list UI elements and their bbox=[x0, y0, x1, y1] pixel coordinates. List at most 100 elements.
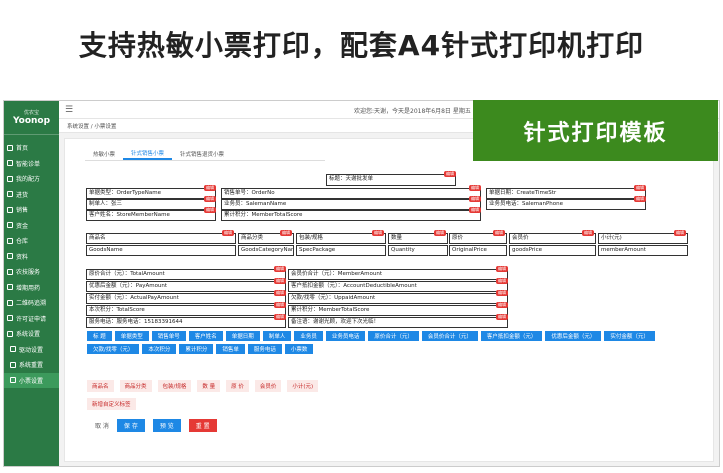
edit-badge[interactable]: 编辑 bbox=[469, 196, 481, 202]
edit-badge[interactable]: 编辑 bbox=[444, 171, 456, 177]
field-button[interactable]: 销售单 bbox=[216, 344, 245, 354]
field-button[interactable]: 实付金额（元） bbox=[604, 331, 655, 341]
column-chip[interactable]: 包装/规格 bbox=[157, 380, 192, 392]
edit-badge[interactable]: 编辑 bbox=[634, 185, 646, 191]
template-cell[interactable]: 实付金额（元）：ActualPayAmount bbox=[86, 293, 286, 304]
tab[interactable]: 热敏小票 bbox=[85, 147, 123, 160]
menu-toggle-icon[interactable]: ☰ bbox=[65, 105, 73, 115]
field-button[interactable]: 制单人 bbox=[262, 331, 292, 341]
field-button[interactable]: 原价合计（元） bbox=[368, 331, 419, 341]
template-cell[interactable]: 优惠后金额（元）：PayAmount bbox=[86, 281, 286, 292]
field-button[interactable]: 客户抵扣金额（元） bbox=[480, 331, 543, 341]
save-button[interactable]: 保 存 bbox=[116, 419, 145, 432]
field-button[interactable]: 服务电话 bbox=[247, 344, 282, 354]
cancel-button[interactable]: 取 消 bbox=[95, 421, 109, 430]
column-field[interactable]: Quantity bbox=[388, 245, 448, 256]
add-custom-label-button[interactable]: 新增自定义标签 bbox=[87, 398, 136, 410]
sidebar-item[interactable]: 许可证申请 bbox=[4, 311, 59, 327]
edit-badge[interactable]: 编辑 bbox=[222, 230, 234, 236]
field-button[interactable]: 会员价合计（元） bbox=[421, 331, 478, 341]
sidebar-item[interactable]: 资金 bbox=[4, 218, 59, 234]
edit-badge[interactable]: 编辑 bbox=[496, 290, 508, 296]
edit-badge[interactable]: 编辑 bbox=[496, 266, 508, 272]
edit-badge[interactable]: 编辑 bbox=[274, 278, 286, 284]
edit-badge[interactable]: 编辑 bbox=[274, 302, 286, 308]
edit-badge[interactable]: 编辑 bbox=[469, 207, 481, 213]
sidebar-item[interactable]: 首页 bbox=[4, 140, 59, 156]
column-field[interactable]: OriginalPrice bbox=[449, 245, 507, 256]
column-chip[interactable]: 数 量 bbox=[197, 380, 221, 392]
column-field[interactable]: SpecPackage bbox=[296, 245, 386, 256]
edit-badge[interactable]: 编辑 bbox=[274, 314, 286, 320]
template-cell[interactable]: 原价合计（元）：TotalAmount bbox=[86, 269, 286, 280]
template-cell[interactable]: 客户姓名：StoreMemberName bbox=[86, 210, 216, 221]
template-cell[interactable]: 单据类型：OrderTypeName bbox=[86, 188, 216, 199]
column-chip[interactable]: 小计(元) bbox=[287, 380, 319, 392]
template-cell[interactable]: 累计积分：MemberTotalScore bbox=[288, 305, 508, 316]
template-cell[interactable]: 本次积分：TotalScore bbox=[86, 305, 286, 316]
edit-badge[interactable]: 编辑 bbox=[469, 185, 481, 191]
edit-badge[interactable]: 编辑 bbox=[372, 230, 384, 236]
template-cell[interactable]: 服务电话：服务电话：15183391644 bbox=[86, 317, 286, 328]
preview-button[interactable]: 预 览 bbox=[152, 419, 181, 432]
column-chip[interactable]: 原 价 bbox=[226, 380, 249, 392]
sidebar-item[interactable]: 系统重置 bbox=[4, 357, 59, 373]
sidebar-item[interactable]: 智能诊单 bbox=[4, 156, 59, 172]
field-button[interactable]: 客户姓名 bbox=[188, 331, 223, 341]
edit-badge[interactable]: 编辑 bbox=[582, 230, 594, 236]
template-title[interactable]: 标题：天谢批发单 bbox=[326, 174, 456, 186]
column-chip[interactable]: 商品分类 bbox=[119, 380, 152, 392]
template-cell[interactable]: 单据日期：CreateTimeStr bbox=[486, 188, 646, 199]
sidebar-item[interactable]: 农技服务 bbox=[4, 264, 59, 280]
edit-badge[interactable]: 编辑 bbox=[496, 278, 508, 284]
edit-badge[interactable]: 编辑 bbox=[204, 185, 216, 191]
sidebar-item[interactable]: 增期用药 bbox=[4, 280, 59, 296]
sidebar-item[interactable]: 我的配方 bbox=[4, 171, 59, 187]
field-button[interactable]: 业务员 bbox=[294, 331, 323, 341]
edit-badge[interactable]: 编辑 bbox=[493, 230, 505, 236]
template-cell[interactable]: 会员价合计（元）：MemberAmount bbox=[288, 269, 508, 280]
field-button[interactable]: 单据类型 bbox=[114, 331, 149, 341]
column-header[interactable]: 商品名 bbox=[86, 233, 236, 244]
edit-badge[interactable]: 编辑 bbox=[634, 196, 646, 202]
column-field[interactable]: goodsPrice bbox=[509, 245, 596, 256]
edit-badge[interactable]: 编辑 bbox=[204, 196, 216, 202]
edit-badge[interactable]: 编辑 bbox=[496, 314, 508, 320]
column-chip[interactable]: 商品名 bbox=[87, 380, 114, 392]
field-button[interactable]: 业务员电话 bbox=[325, 331, 366, 341]
field-button[interactable]: 优惠后金额（元） bbox=[545, 331, 602, 341]
template-cell[interactable]: 业务员：SalemanName bbox=[221, 199, 481, 210]
edit-badge[interactable]: 编辑 bbox=[204, 207, 216, 213]
edit-badge[interactable]: 编辑 bbox=[280, 230, 292, 236]
column-field[interactable]: GoodsName bbox=[86, 245, 236, 256]
template-cell[interactable]: 销售单号：OrderNo bbox=[221, 188, 481, 199]
edit-badge[interactable]: 编辑 bbox=[496, 302, 508, 308]
field-button[interactable]: 累计积分 bbox=[179, 344, 214, 354]
column-field[interactable]: GoodsCategoryName bbox=[238, 245, 294, 256]
template-cell[interactable]: 制单人：张三 bbox=[86, 199, 216, 210]
tab[interactable]: 针式销售小票 bbox=[123, 147, 173, 160]
sidebar-item[interactable]: 小票设置 bbox=[4, 372, 59, 388]
template-cell[interactable]: 欠款/找零（元）：UppaidAmount bbox=[288, 293, 508, 304]
sidebar-item[interactable]: 资料 bbox=[4, 249, 59, 265]
template-cell[interactable]: 业务员电话：SalemanPhone bbox=[486, 199, 646, 210]
tab[interactable]: 针式销售退货小票 bbox=[172, 147, 232, 160]
field-button[interactable]: 销售单号 bbox=[151, 331, 186, 341]
sidebar-item[interactable]: 二维码追溯 bbox=[4, 295, 59, 311]
field-button[interactable]: 欠款/找零（元） bbox=[87, 344, 140, 354]
field-button[interactable]: 本次积分 bbox=[142, 344, 177, 354]
field-button[interactable]: 单据日期 bbox=[225, 331, 260, 341]
reset-button[interactable]: 重 置 bbox=[188, 419, 217, 432]
sidebar-item[interactable]: 销售 bbox=[4, 202, 59, 218]
field-button[interactable]: 标 题 bbox=[87, 331, 112, 341]
sidebar-item[interactable]: 进货 bbox=[4, 187, 59, 203]
column-field[interactable]: memberAmount bbox=[598, 245, 688, 256]
column-chip[interactable]: 会员价 bbox=[254, 380, 282, 392]
sidebar-item[interactable]: 仓库 bbox=[4, 233, 59, 249]
edit-badge[interactable]: 编辑 bbox=[434, 230, 446, 236]
template-cell[interactable]: 客户抵扣金额（元）：AccountDeductibleAmount bbox=[288, 281, 508, 292]
sidebar-item[interactable]: 驱动设置 bbox=[4, 342, 59, 358]
sidebar-item[interactable]: 系统设置 bbox=[4, 326, 59, 342]
template-cell[interactable]: 累计积分：MemberTotalScore bbox=[221, 210, 481, 221]
edit-badge[interactable]: 编辑 bbox=[674, 230, 686, 236]
